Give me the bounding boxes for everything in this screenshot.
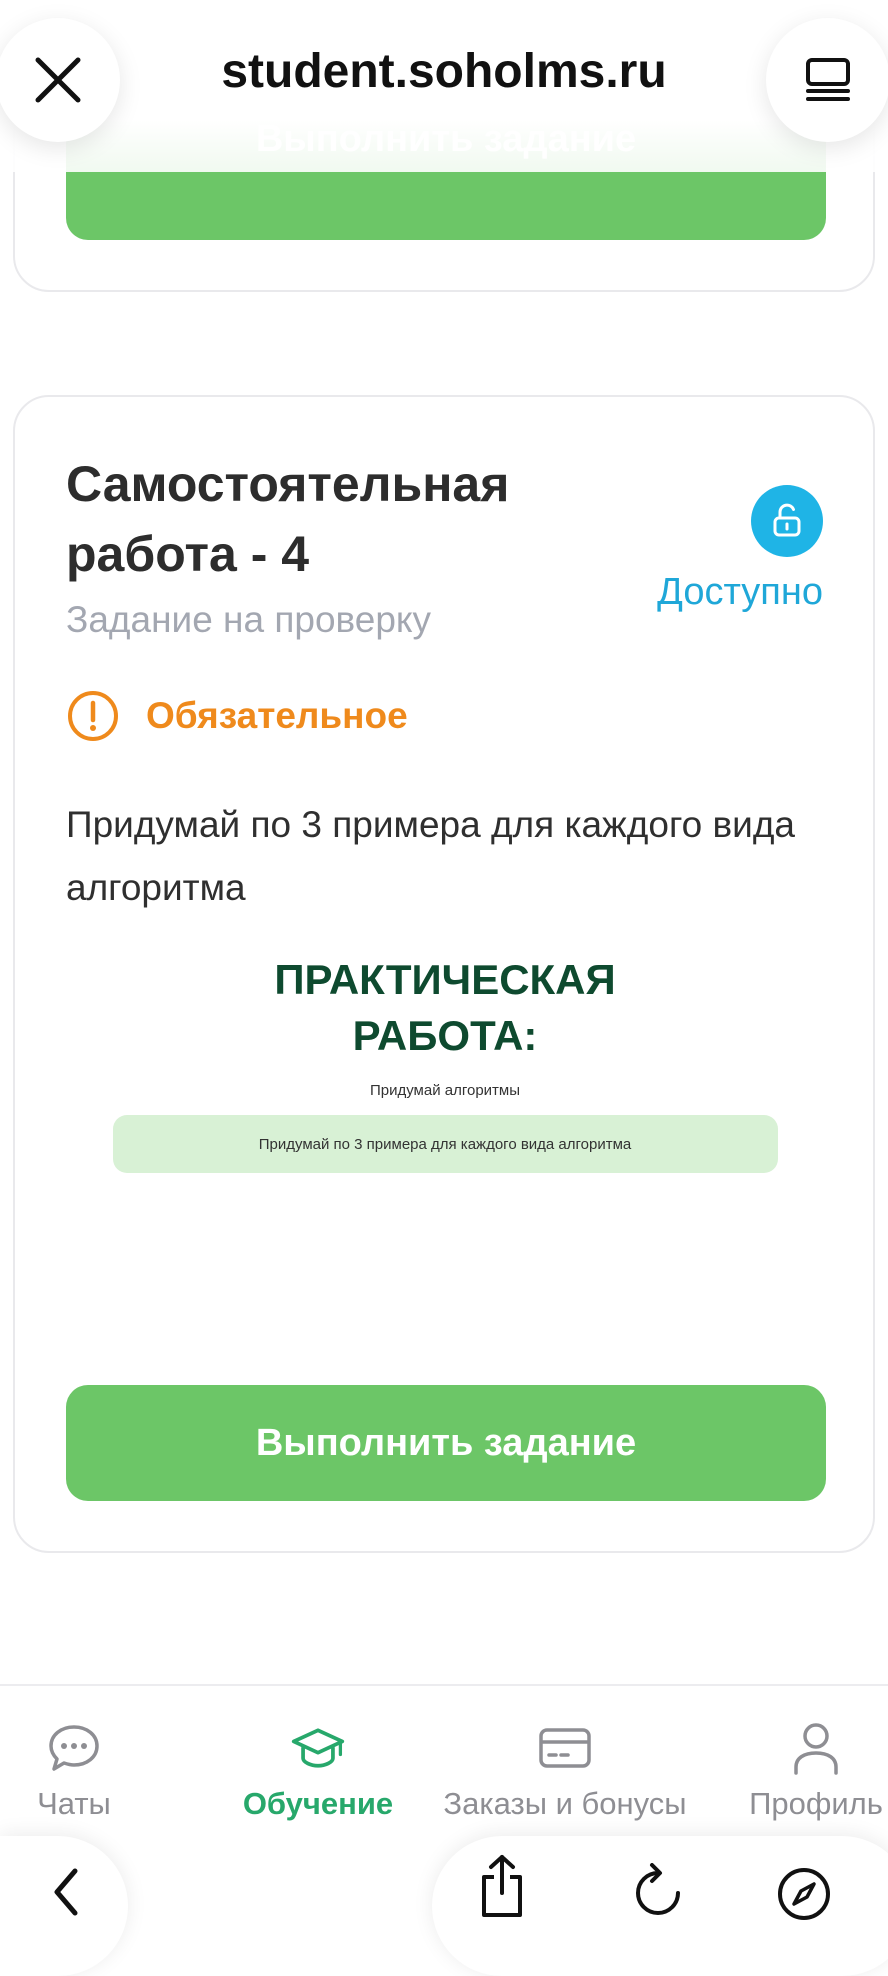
nav-item-learning[interactable]: Обучение — [232, 1722, 404, 1822]
nav-item-profile[interactable]: Профиль — [744, 1722, 888, 1822]
task-card: Самостоятельная работа - 4 Задание на пр… — [13, 395, 875, 1553]
bottom-navigation: Чаты Обучение Заказы и бонусы Профиль — [0, 1684, 888, 1834]
nav-label: Чаты — [37, 1786, 111, 1821]
reload-icon[interactable] — [628, 1860, 688, 1924]
task-preview-image: ПРАКТИЧЕСКАЯ РАБОТА: Придумай алгоритмы … — [105, 952, 785, 1173]
chat-bubble-icon — [46, 1722, 102, 1774]
tabs-icon — [806, 58, 850, 101]
unlock-icon — [751, 485, 823, 557]
share-icon[interactable] — [472, 1850, 532, 1922]
complete-task-button[interactable]: Выполнить задание — [66, 1385, 826, 1501]
user-icon — [788, 1722, 844, 1775]
page-domain: student.soholms.ru — [221, 45, 667, 98]
preview-heading: ПРАКТИЧЕСКАЯ РАБОТА: — [274, 956, 616, 1059]
task-description: Придумай по 3 примера для каждого вида а… — [66, 804, 795, 908]
preview-box: Придумай по 3 примера для каждого вида а… — [112, 1115, 778, 1173]
task-title: Самостоятельная работа - 4 — [66, 456, 510, 582]
nav-label: Заказы и бонусы — [443, 1786, 687, 1821]
nav-label: Профиль — [749, 1786, 883, 1821]
task-type: Задание на проверку — [66, 599, 432, 640]
back-icon[interactable] — [44, 1862, 88, 1922]
browser-top-bar: student.soholms.ru — [0, 0, 888, 172]
availability-status: Доступно — [603, 485, 823, 614]
alert-circle-icon — [68, 691, 118, 741]
preview-subheading: Придумай алгоритмы — [369, 1082, 521, 1099]
mandatory-badge: Обязательное — [66, 689, 408, 743]
card-icon — [537, 1722, 593, 1774]
tabs-button[interactable] — [766, 18, 888, 142]
nav-item-chats[interactable]: Чаты — [22, 1722, 126, 1822]
status-label: Доступно — [657, 571, 823, 613]
mandatory-label: Обязательное — [146, 695, 408, 736]
graduation-cap-icon — [290, 1722, 346, 1774]
browser-actions-pill — [432, 1836, 888, 1976]
compass-icon[interactable] — [774, 1864, 834, 1924]
nav-label: Обучение — [242, 1786, 394, 1821]
nav-item-orders-bonuses[interactable]: Заказы и бонусы — [432, 1722, 698, 1822]
back-pill — [0, 1836, 128, 1976]
